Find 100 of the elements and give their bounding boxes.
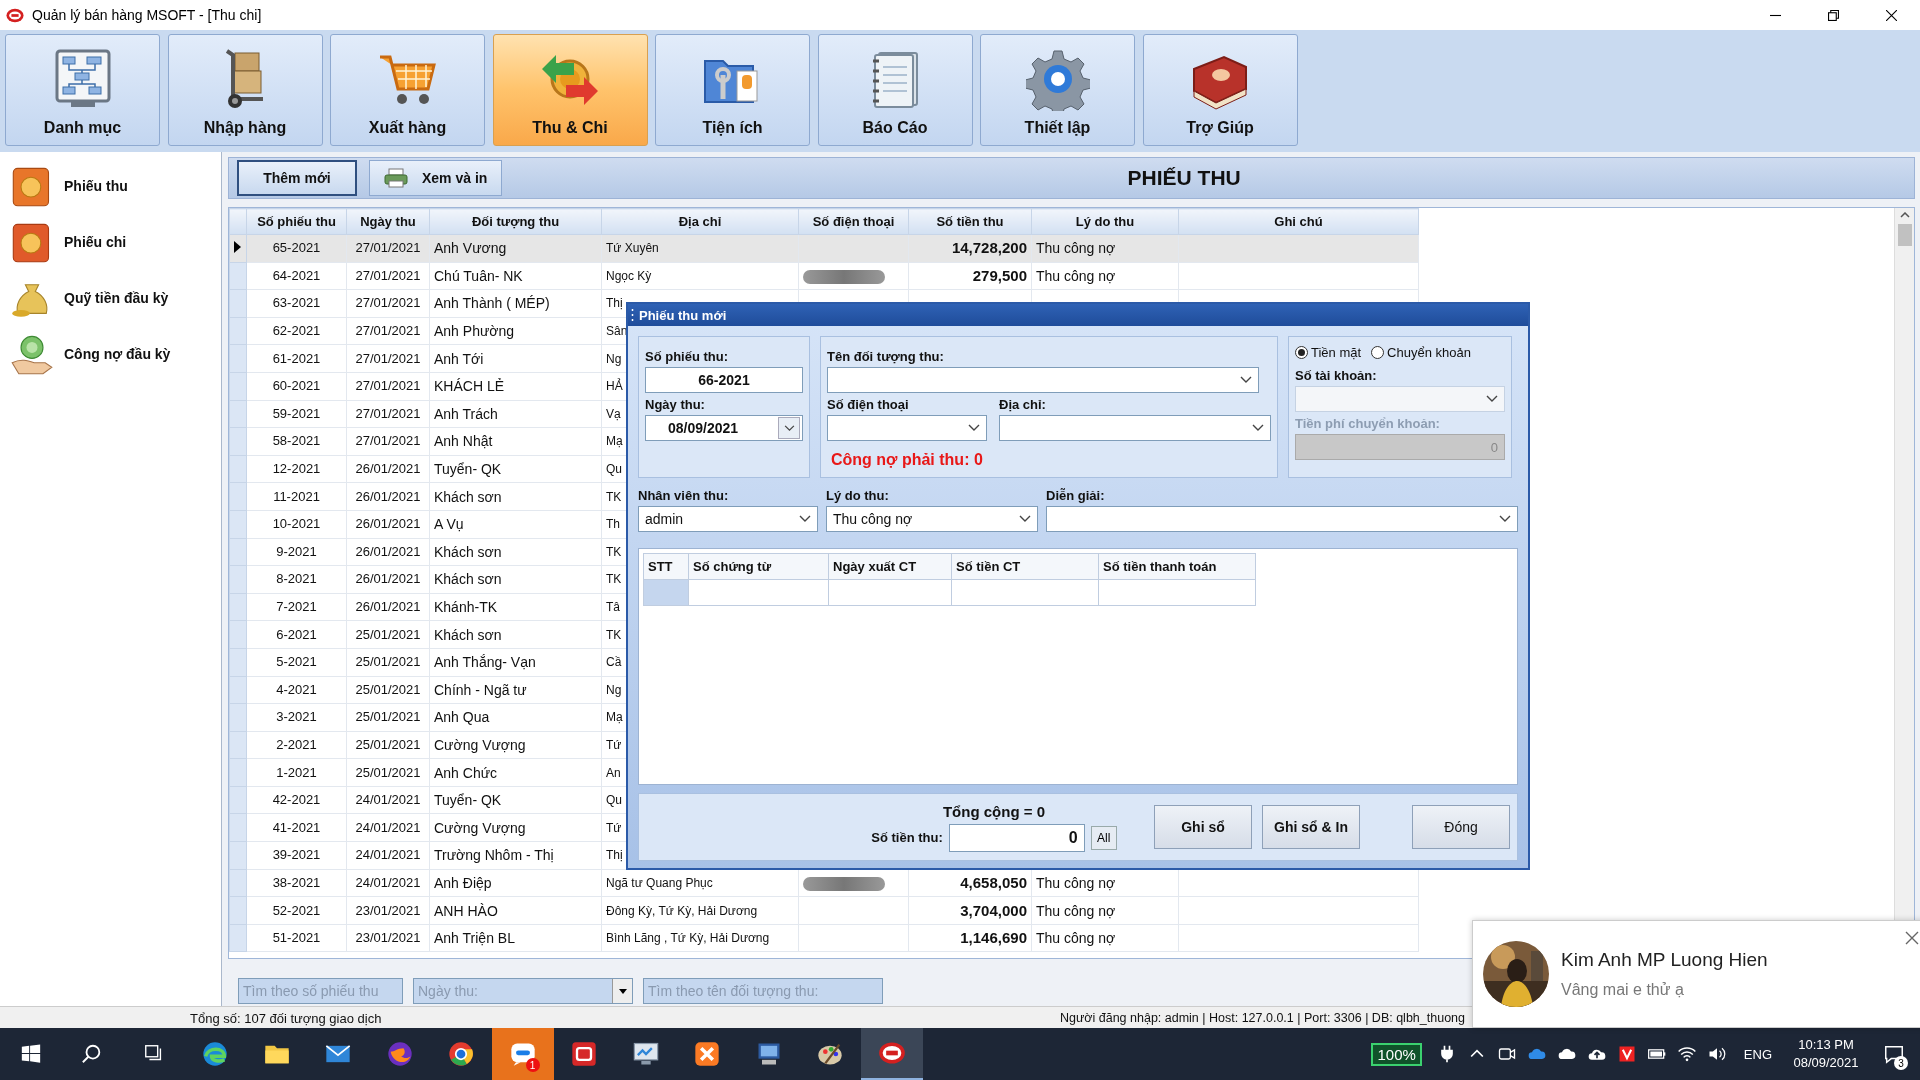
row-selector[interactable] xyxy=(229,234,247,263)
chevron-down-icon xyxy=(1240,376,1252,384)
language-indicator[interactable]: ENG xyxy=(1731,1046,1784,1062)
table-cell: 27/01/2021 xyxy=(346,427,430,456)
printer-icon xyxy=(384,168,408,188)
chat-icon xyxy=(1883,1043,1905,1065)
table-cell: Anh Trách xyxy=(429,400,602,428)
table-cell: 27/01/2021 xyxy=(346,289,430,318)
wifi-icon[interactable] xyxy=(1676,1044,1697,1064)
combo-box[interactable] xyxy=(827,415,987,441)
sidebar-item[interactable]: Phiếu thu xyxy=(0,158,221,214)
sidebar-item[interactable]: Công nợ đầu kỳ xyxy=(0,326,221,382)
combo-box[interactable]: Thu công nợ xyxy=(826,506,1038,532)
column-header[interactable]: STT xyxy=(643,553,689,580)
table-cell: Ngọc Kỳ xyxy=(601,262,799,290)
all-button[interactable]: All xyxy=(1090,825,1117,850)
table-cell: 64-2021 xyxy=(246,262,347,290)
scroll-up-icon xyxy=(1899,212,1910,218)
toolbar-button[interactable]: Trợ Giúp xyxy=(1142,34,1298,146)
toolbar-button[interactable]: Báo Cáo xyxy=(817,34,973,146)
notification-badge: 1 xyxy=(525,1058,540,1072)
date-picker[interactable]: 08/09/2021 xyxy=(645,415,803,441)
circle-logo-icon xyxy=(447,1040,476,1068)
chevron-down-icon xyxy=(799,515,811,523)
table-cell: 26/01/2021 xyxy=(346,593,430,621)
scroll-thumb[interactable] xyxy=(1897,224,1912,246)
clock-date[interactable]: 08/09/2021 xyxy=(1793,1054,1859,1072)
column-header[interactable]: Địa chỉ xyxy=(601,208,799,235)
dropdown-arrow-icon xyxy=(618,988,627,994)
table-cell: 27/01/2021 xyxy=(346,234,430,263)
combo-box[interactable] xyxy=(827,367,1259,393)
column-header[interactable]: Lý do thu xyxy=(1031,208,1179,235)
table-cell: Cường Vượng xyxy=(429,813,602,842)
battery-indicator[interactable]: 100% xyxy=(1371,1042,1422,1066)
toolbar-button[interactable]: Danh mục xyxy=(5,34,160,146)
table-cell: 51-2021 xyxy=(246,924,347,952)
close-dialog-button[interactable]: Đóng xyxy=(1412,805,1510,849)
taskbar-app[interactable] xyxy=(861,1028,923,1080)
print-button[interactable]: Xem và in xyxy=(369,160,503,196)
chevron-down-icon xyxy=(1252,424,1264,432)
column-header[interactable]: Số điện thoại xyxy=(798,208,909,235)
toolbar-button[interactable]: Nhập hàng xyxy=(167,34,323,146)
taskbar-app[interactable]: 1 xyxy=(492,1028,554,1080)
table-cell: Anh Điệp xyxy=(429,869,602,897)
column-header[interactable]: Số tiền thu xyxy=(908,208,1032,235)
radio-button[interactable]: Chuyển khoản xyxy=(1371,345,1471,360)
table-cell: 9-2021 xyxy=(246,538,347,566)
app-logo-icon xyxy=(6,7,24,23)
table-cell: Anh Nhật xyxy=(429,427,602,456)
table-cell: Thu công nợ xyxy=(1031,234,1179,263)
table-cell: Khách sơn xyxy=(429,482,602,511)
column-header[interactable]: Ghi chú xyxy=(1178,208,1419,235)
monitor-icon xyxy=(631,1040,660,1068)
sidebar-item[interactable]: Quỹ tiền đầu kỳ xyxy=(0,270,221,326)
table-cell: Thu công nợ xyxy=(1031,262,1179,290)
toolbar-button[interactable]: Thiết lập xyxy=(980,34,1135,146)
column-header[interactable]: Ngày xuất CT xyxy=(828,553,952,580)
column-header[interactable]: Số chứng từ xyxy=(688,553,829,580)
amount-field[interactable]: 0 xyxy=(948,823,1085,852)
table-cell: 52-2021 xyxy=(246,896,347,925)
sidebar-item[interactable]: Phiếu chi xyxy=(0,214,221,270)
close-icon xyxy=(1905,931,1919,945)
table-cell: Anh Phường xyxy=(429,317,602,345)
table-cell: 63-2021 xyxy=(246,289,347,318)
clock-time[interactable]: 10:13 PM xyxy=(1798,1036,1854,1054)
table-cell: Chú Tuân- NK xyxy=(429,262,602,290)
table-cell: 8-2021 xyxy=(246,565,347,594)
table-cell: 2-2021 xyxy=(246,731,347,759)
table-cell: Anh Qua xyxy=(429,703,602,732)
column-header[interactable]: Đối tượng thu xyxy=(429,208,602,235)
toolbar-button[interactable]: Thu & Chi xyxy=(492,34,648,146)
column-header[interactable]: Số tiền CT xyxy=(951,553,1099,580)
save-button[interactable]: Ghi sổ xyxy=(1154,805,1252,849)
table-cell: 14,728,200 xyxy=(908,234,1032,263)
text-field[interactable]: 66-2021 xyxy=(645,367,803,393)
table-cell: Khánh-TK xyxy=(429,593,602,621)
table-cell: 24/01/2021 xyxy=(346,786,430,814)
table-cell: Bình Lãng , Tứ Kỳ, Hải Dương xyxy=(601,924,799,952)
add-button[interactable]: Thêm mới xyxy=(237,160,357,196)
table-cell: 24/01/2021 xyxy=(346,813,430,842)
table-cell: 24/01/2021 xyxy=(346,869,430,897)
combo-box[interactable]: admin xyxy=(638,506,818,532)
dialog-title-bar[interactable]: Phiếu thu mới xyxy=(628,304,1528,326)
combo-box[interactable] xyxy=(999,415,1271,441)
table-cell: Cường Vượng xyxy=(429,731,602,759)
chat-toast[interactable]: Kim Anh MP Luong Hien Vâng mai e thử ạ xyxy=(1472,920,1920,1028)
toolbar-button[interactable]: Tiện ích xyxy=(655,34,810,146)
table-cell: 62-2021 xyxy=(246,317,347,345)
settings-icon xyxy=(1025,47,1090,111)
table-cell: Anh Thắng- Vạn xyxy=(429,648,602,676)
column-header[interactable]: Số phiếu thu xyxy=(246,208,347,235)
table-cell: Chính - Ngã tư xyxy=(429,676,602,704)
combo-box[interactable] xyxy=(1046,506,1518,532)
table-cell: 24/01/2021 xyxy=(346,841,430,870)
toolbar-button[interactable]: Xuất hàng xyxy=(330,34,485,146)
save-print-button[interactable]: Ghi sổ & In xyxy=(1262,805,1360,849)
radio-button[interactable]: Tiền mặt xyxy=(1295,345,1362,360)
column-header[interactable]: Số tiền thanh toán xyxy=(1098,553,1256,580)
column-header[interactable]: Ngày thu xyxy=(346,208,430,235)
notification-center-button[interactable]: 3 xyxy=(1868,1028,1920,1080)
